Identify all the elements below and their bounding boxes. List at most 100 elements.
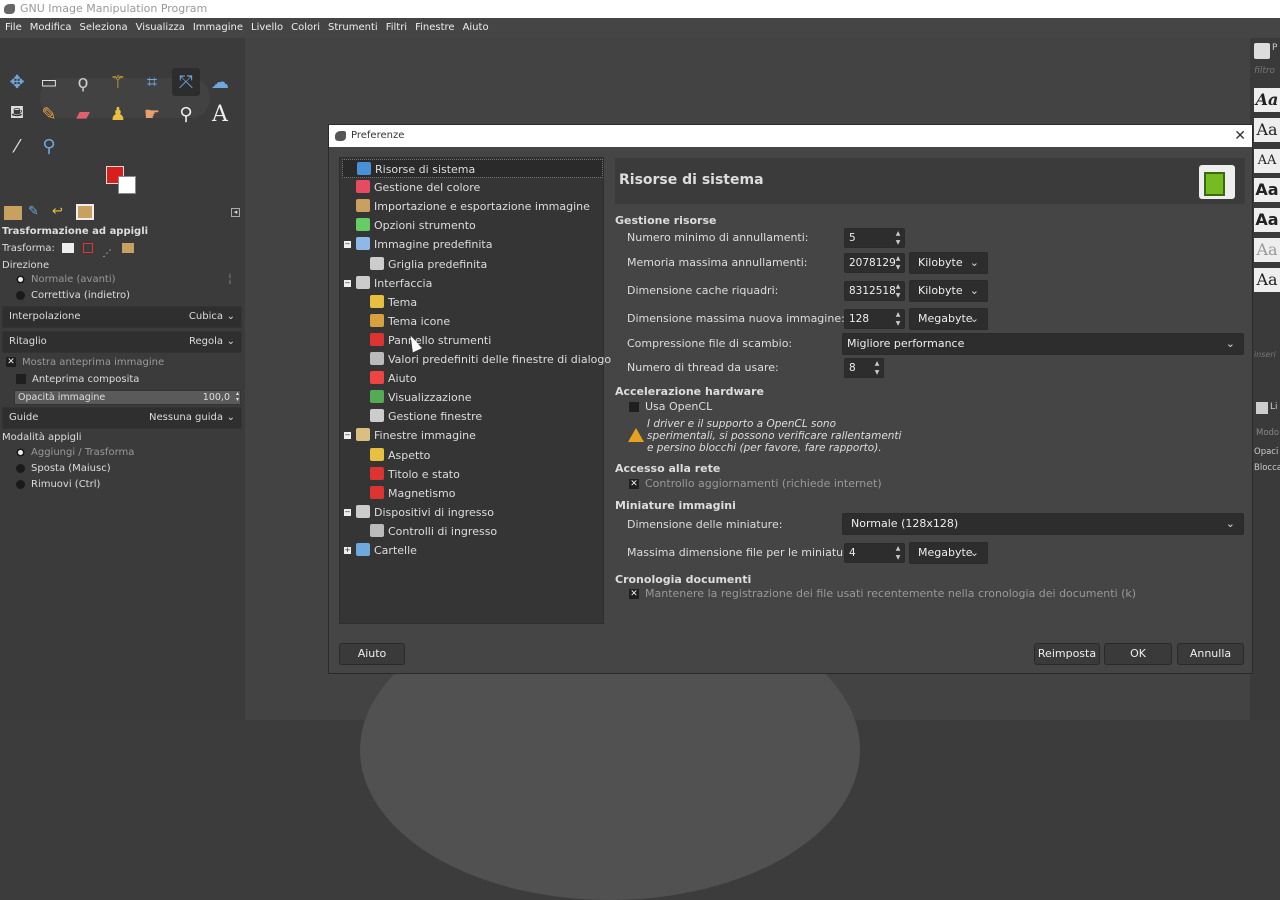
warp-icon[interactable]: ☁: [206, 68, 234, 96]
chain-icon[interactable]: ⁞ ⁞: [229, 274, 233, 300]
menu-strumenti[interactable]: Strumenti: [325, 18, 381, 38]
anteprima-composita-checkbox[interactable]: Anteprima composita: [16, 369, 256, 391]
text-icon[interactable]: A: [206, 100, 234, 128]
modalita-rimuovi-radio[interactable]: Rimuovi (Ctrl): [16, 474, 256, 496]
font-preview[interactable]: Aa: [1254, 118, 1280, 142]
font-preview[interactable]: Aa: [1254, 268, 1280, 292]
tree-item[interactable]: Interfaccia: [356, 274, 432, 293]
tree-item[interactable]: Pannello strumenti: [370, 331, 491, 350]
max-new-image-unit-combo[interactable]: Megabyte ⌄: [909, 308, 988, 330]
tree-item[interactable]: Visualizzazione: [370, 388, 471, 407]
collapse-icon[interactable]: −: [344, 241, 351, 249]
font-preview[interactable]: Aa: [1254, 208, 1280, 232]
background-color-swatch[interactable]: [118, 176, 136, 194]
opacita-slider[interactable]: Opacità immagine 100,0 ▴ ▾: [14, 390, 241, 405]
thumb-max-file-unit-combo[interactable]: Megabyte ⌄: [909, 542, 988, 564]
images-tab-icon[interactable]: [76, 204, 94, 220]
tree-item[interactable]: Tema: [370, 293, 417, 312]
undo-history-tab-icon[interactable]: ↩: [52, 204, 68, 220]
font-preview[interactable]: Aa: [1254, 88, 1280, 112]
rect-select-icon[interactable]: ▭: [35, 68, 63, 96]
device-status-tab-icon[interactable]: ✎: [28, 204, 44, 220]
collapse-icon[interactable]: −: [344, 432, 351, 440]
tree-item[interactable]: Titolo e stato: [370, 465, 460, 484]
eraser-icon[interactable]: ▰: [69, 100, 97, 128]
cache-unit-combo[interactable]: Kilobyte ⌄: [909, 280, 988, 302]
transform-layer-icon[interactable]: [62, 243, 75, 253]
tree-item[interactable]: Finestre immagine: [356, 426, 476, 445]
fonts-tab-icon[interactable]: [1254, 43, 1270, 59]
spin-arrows-icon[interactable]: ▲ ▼: [892, 229, 904, 247]
spin-arrows-icon[interactable]: ▴ ▾: [236, 391, 239, 403]
max-undo-mem-unit-combo[interactable]: Kilobyte ⌄: [909, 252, 988, 274]
paths-icon[interactable]: ⚲: [172, 100, 200, 128]
transform-path-icon[interactable]: ⋰: [102, 243, 112, 259]
menu-immagine[interactable]: Immagine: [190, 18, 246, 38]
spin-arrows-icon[interactable]: ▲ ▼: [892, 544, 904, 562]
menu-visualizza[interactable]: Visualizza: [133, 18, 188, 38]
guide-combo[interactable]: Guide Nessuna guida ⌄: [2, 407, 242, 429]
help-button[interactable]: Aiuto: [339, 643, 405, 665]
menu-modifica[interactable]: Modifica: [27, 18, 75, 38]
tree-item[interactable]: Opzioni strumento: [356, 216, 476, 235]
cancel-button[interactable]: Annulla: [1177, 643, 1244, 665]
menu-aiuto[interactable]: Aiuto: [460, 18, 492, 38]
thumb-size-combo[interactable]: Normale (128x128) ⌄: [842, 513, 1244, 535]
direzione-correttiva-radio[interactable]: Correttiva (indietro): [16, 285, 256, 307]
menu-seleziona[interactable]: Seleziona: [77, 18, 131, 38]
expand-icon[interactable]: +: [344, 547, 351, 554]
menu-file[interactable]: File: [2, 18, 25, 38]
tree-item[interactable]: Cartelle: [356, 541, 417, 560]
zoom-icon[interactable]: ⚲: [35, 132, 63, 160]
lasso-icon[interactable]: ϙ: [69, 68, 97, 96]
menu-filtri[interactable]: Filtri: [383, 18, 410, 38]
tree-item[interactable]: Immagine predefinita: [356, 235, 492, 254]
opencl-checkbox[interactable]: Usa OpenCL: [629, 400, 712, 413]
color-picker-icon[interactable]: ⁄: [3, 132, 31, 160]
close-icon[interactable]: ✕: [1234, 125, 1246, 147]
history-checkbox[interactable]: ✕ Mantenere la registrazione dei file usa…: [629, 587, 1136, 600]
tree-item[interactable]: Controlli di ingresso: [370, 522, 497, 541]
thumb-max-file-spin[interactable]: 4 ▲ ▼: [844, 543, 905, 563]
tree-item[interactable]: Risorse di sistema: [342, 159, 603, 178]
tree-item[interactable]: Magnetismo: [370, 484, 456, 503]
tree-item[interactable]: Importazione e esportazione immagine: [356, 197, 590, 216]
update-check-checkbox[interactable]: ✕ Controllo aggiornamenti (richiede inter…: [629, 477, 882, 490]
swap-combo[interactable]: Migliore performance ⌄: [842, 333, 1244, 355]
font-preview[interactable]: AA: [1254, 149, 1280, 173]
collapse-icon[interactable]: −: [344, 508, 351, 516]
ok-button[interactable]: OK: [1104, 643, 1172, 665]
cache-spin[interactable]: 8312518 ▲ ▼: [844, 281, 905, 301]
font-preview[interactable]: Aa: [1254, 238, 1280, 262]
transform-selection-icon[interactable]: [83, 243, 94, 253]
spin-arrows-icon[interactable]: ▲ ▼: [892, 254, 904, 272]
tree-item[interactable]: Griglia predefinita: [370, 255, 487, 274]
menu-colori[interactable]: Colori: [288, 18, 323, 38]
spin-arrows-icon[interactable]: ▲ ▼: [892, 282, 904, 300]
layers-tab-icon[interactable]: [1256, 402, 1268, 414]
menu-finestre[interactable]: Finestre: [412, 18, 457, 38]
threads-spin[interactable]: 8 ▲ ▼: [844, 358, 884, 378]
tree-item[interactable]: Gestione finestre: [370, 407, 482, 426]
tree-item[interactable]: Gestione del colore: [356, 178, 480, 197]
clone-icon[interactable]: ♟: [104, 100, 132, 128]
tree-item[interactable]: Aiuto: [370, 369, 417, 388]
configure-tab-icon[interactable]: ◂: [231, 208, 240, 217]
tree-item[interactable]: Valori predefiniti delle finestre di dia…: [370, 350, 611, 369]
bucket-fill-icon[interactable]: ⛾: [3, 100, 31, 128]
paintbrush-icon[interactable]: ✎: [35, 100, 63, 128]
tool-options-tab-icon[interactable]: [4, 206, 22, 220]
interpolazione-combo[interactable]: Interpolazione Cubica ⌄: [2, 306, 242, 328]
font-preview[interactable]: Aa: [1254, 178, 1280, 202]
spin-arrows-icon[interactable]: ▲ ▼: [871, 359, 883, 377]
menu-livello[interactable]: Livello: [248, 18, 286, 38]
spin-arrows-icon[interactable]: ▲ ▼: [892, 310, 904, 328]
max-new-image-spin[interactable]: 128 ▲ ▼: [844, 309, 905, 329]
tree-item[interactable]: Tema icone: [370, 312, 450, 331]
tree-item[interactable]: Dispositivi di ingresso: [356, 503, 494, 522]
tree-item[interactable]: Aspetto: [370, 446, 430, 465]
crop-icon[interactable]: ⌗: [138, 68, 166, 96]
ritaglio-combo[interactable]: Ritaglio Regola ⌄: [2, 331, 242, 353]
min-undo-spin[interactable]: 5 ▲ ▼: [844, 228, 905, 248]
smudge-icon[interactable]: ☛: [138, 100, 166, 128]
